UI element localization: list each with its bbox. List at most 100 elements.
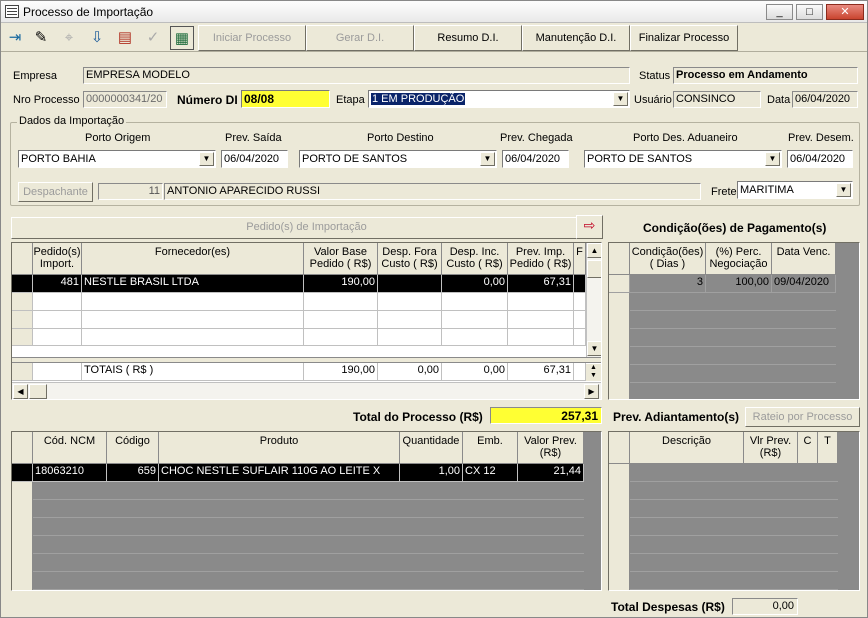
row-indicator-column — [609, 464, 630, 590]
desp-fora-cell[interactable] — [378, 275, 442, 293]
despachante-button[interactable]: Despachante — [18, 182, 93, 202]
empty-cell[interactable] — [574, 329, 586, 346]
spreadsheet-icon[interactable]: ▦ — [170, 26, 194, 50]
grid-corner — [12, 243, 33, 275]
pedidos-vertical-scrollbar[interactable]: ▲ ▼ — [586, 243, 601, 359]
numero-di-field[interactable]: 08/08 — [241, 90, 330, 108]
chevron-down-icon[interactable]: ▼ — [836, 183, 851, 197]
pedidos-importacao-button[interactable]: Pedido(s) de Importação — [11, 217, 602, 239]
empty-cell[interactable] — [82, 311, 304, 329]
chevron-down-icon[interactable]: ▼ — [765, 152, 780, 166]
prev-imp-cell[interactable]: 67,31 — [508, 275, 574, 293]
prev-desem-field[interactable]: 06/04/2020 — [787, 150, 853, 168]
valor-prev-cell[interactable]: 21,44 — [518, 464, 584, 482]
empty-cell[interactable] — [378, 293, 442, 311]
desp-inc-cell[interactable]: 0,00 — [442, 275, 508, 293]
chevron-down-icon[interactable]: ▼ — [199, 152, 214, 166]
empty-cell[interactable] — [442, 311, 508, 329]
pedido-cell[interactable]: 481 — [33, 275, 82, 293]
scroll-thumb[interactable] — [587, 260, 601, 278]
download-icon[interactable]: ⇩ — [85, 26, 109, 50]
quantidade-cell[interactable]: 1,00 — [400, 464, 463, 482]
app-icon — [5, 5, 19, 18]
dias-cell[interactable]: 3 — [630, 275, 706, 293]
empty-cell[interactable] — [508, 329, 574, 346]
empty-cell[interactable] — [508, 311, 574, 329]
empty-cell[interactable] — [304, 293, 378, 311]
codigo-cell[interactable]: 659 — [107, 464, 159, 482]
totals-f — [574, 363, 586, 381]
chevron-down-icon[interactable]: ▼ — [613, 92, 628, 106]
venc-cell[interactable]: 09/04/2020 — [772, 275, 836, 293]
empty-cell[interactable] — [33, 293, 82, 311]
maximize-button[interactable]: □ — [796, 4, 823, 20]
eraser-icon[interactable]: ✎ — [29, 26, 53, 50]
grid-corner — [609, 432, 630, 464]
prev-chegada-field[interactable]: 06/04/2020 — [502, 150, 569, 168]
empty-rows — [630, 293, 836, 399]
gerar-di-button[interactable]: Gerar D.I. — [306, 25, 414, 51]
delete-icon[interactable]: ▤ — [113, 26, 137, 50]
pedidos-grid: Pedido(s) Import. Fornecedor(es) Valor B… — [11, 242, 602, 400]
grid-corner — [609, 243, 630, 275]
ncm-cell[interactable]: 18063210 — [33, 464, 107, 482]
iniciar-processo-button[interactable]: Iniciar Processo — [198, 25, 306, 51]
pedidos-horizontal-scrollbar[interactable]: ◀ ▶ — [12, 382, 601, 399]
empty-cell[interactable] — [442, 293, 508, 311]
manutencao-di-button[interactable]: Manutenção D.I. — [522, 25, 630, 51]
empresa-label: Empresa — [13, 70, 58, 82]
produto-cell[interactable]: CHOC NESTLE SUFLAIR 110G AO LEITE X — [159, 464, 400, 482]
empty-cell[interactable] — [378, 311, 442, 329]
porto-origem-select[interactable]: PORTO BAHIA ▼ — [18, 150, 216, 168]
nro-processo-field: 0000000341/20 — [83, 91, 167, 108]
porto-origem-label: Porto Origem — [85, 132, 151, 144]
col-descricao-header: Descrição — [630, 432, 744, 464]
emb-cell[interactable]: CX 12 — [463, 464, 518, 482]
empty-cell[interactable] — [574, 311, 586, 329]
prev-saida-field[interactable]: 06/04/2020 — [221, 150, 288, 168]
empty-cell[interactable] — [33, 329, 82, 346]
frete-select[interactable]: MARITIMA ▼ — [737, 181, 853, 199]
condicoes-title: Condição(ões) de Pagamento(s) — [643, 221, 827, 235]
empty-cell[interactable] — [33, 311, 82, 329]
col-perc-header: (%) Perc. Negociação — [706, 243, 772, 275]
window-title: Processo de Importação — [23, 5, 154, 19]
empty-cell[interactable] — [82, 293, 304, 311]
fornecedor-cell[interactable]: NESTLE BRASIL LTDA — [82, 275, 304, 293]
empty-cell[interactable] — [82, 329, 304, 346]
empty-cell[interactable] — [304, 311, 378, 329]
row-indicator[interactable] — [12, 464, 33, 482]
etapa-select[interactable]: 1 EM PRODUÇÃO ▼ — [368, 90, 630, 108]
empty-cell[interactable] — [378, 329, 442, 346]
chevron-down-icon[interactable]: ▼ — [480, 152, 495, 166]
scroll-up-icon[interactable]: ▲ — [587, 243, 601, 258]
exit-icon[interactable]: ⇥ — [3, 26, 27, 50]
h-scroll-thumb[interactable] — [29, 384, 47, 399]
rateio-processo-button[interactable]: Rateio por Processo — [745, 407, 860, 427]
col-desp-fora-header: Desp. Fora Custo ( R$) — [378, 243, 442, 275]
empty-rows — [33, 482, 584, 590]
finalizar-processo-button[interactable]: Finalizar Processo — [630, 25, 738, 51]
porto-aduaneiro-value: PORTO DE SANTOS — [587, 153, 693, 165]
resumo-di-button[interactable]: Resumo D.I. — [414, 25, 522, 51]
col-c-header: C — [798, 432, 818, 464]
perc-cell[interactable]: 100,00 — [706, 275, 772, 293]
row-indicator — [609, 275, 630, 293]
empty-cell[interactable] — [442, 329, 508, 346]
f-cell[interactable] — [574, 275, 586, 293]
row-indicator — [12, 329, 33, 346]
scroll-left-icon[interactable]: ◀ — [13, 384, 28, 399]
row-indicator[interactable] — [12, 275, 33, 293]
valor-base-cell[interactable]: 190,00 — [304, 275, 378, 293]
empty-cell[interactable] — [304, 329, 378, 346]
porto-aduaneiro-select[interactable]: PORTO DE SANTOS ▼ — [584, 150, 782, 168]
totals-spin-icon[interactable]: ▲ ▼ — [586, 364, 601, 381]
close-button[interactable]: ✕ — [826, 4, 864, 20]
import-pedido-icon[interactable]: ⇨ — [576, 215, 603, 239]
empty-cell[interactable] — [508, 293, 574, 311]
scroll-down-icon[interactable]: ▼ — [587, 341, 601, 356]
scroll-right-icon[interactable]: ▶ — [584, 384, 599, 399]
empty-cell[interactable] — [574, 293, 586, 311]
porto-destino-select[interactable]: PORTO DE SANTOS ▼ — [299, 150, 497, 168]
minimize-button[interactable]: _ — [766, 4, 793, 20]
